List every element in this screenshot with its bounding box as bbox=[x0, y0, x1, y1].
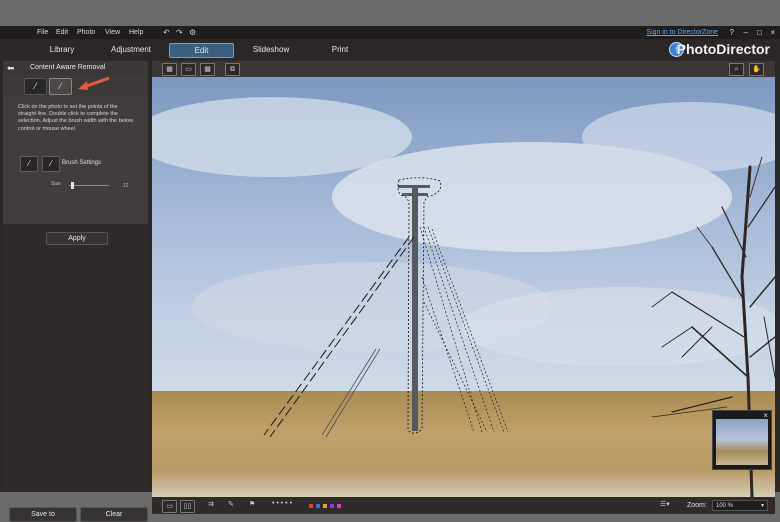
help-button[interactable]: ? bbox=[730, 28, 734, 37]
tab-print[interactable]: Print bbox=[322, 43, 358, 56]
brush-preset-icon[interactable]: ⁄ bbox=[20, 156, 38, 172]
color-label-red[interactable] bbox=[309, 504, 313, 508]
size-label: Size bbox=[51, 181, 61, 187]
photo-canvas[interactable] bbox=[152, 77, 775, 497]
size-slider-row: Size 12 bbox=[51, 181, 141, 191]
menu-file[interactable]: File bbox=[37, 29, 48, 36]
color-label-magenta[interactable] bbox=[337, 504, 341, 508]
undo-icon[interactable]: ↶ bbox=[163, 28, 170, 37]
fullscreen-icon[interactable]: ⧉ bbox=[225, 63, 240, 76]
navigator-preview[interactable] bbox=[716, 419, 768, 465]
tab-adjustment[interactable]: Adjustment bbox=[104, 43, 158, 56]
single-view-icon[interactable]: ▭ bbox=[181, 63, 196, 76]
menu-edit[interactable]: Edit bbox=[56, 29, 68, 36]
panel-body: Click on the photo to set the points of … bbox=[3, 96, 148, 224]
size-value: 12 bbox=[123, 183, 129, 189]
line-tool-button[interactable]: ⁄ bbox=[49, 78, 72, 95]
settings-icon[interactable]: ⚙ bbox=[189, 28, 196, 37]
flag-icon[interactable]: ⚑ bbox=[249, 500, 255, 510]
maximize-button[interactable]: □ bbox=[757, 28, 762, 37]
menu-help[interactable]: Help bbox=[129, 29, 143, 36]
zoom-select[interactable]: 100 % ▾ bbox=[712, 500, 768, 511]
minimize-button[interactable]: – bbox=[744, 28, 748, 37]
viewer-toolbar: ▦ ▭ ▦ ⧉ ⌕ ✋ bbox=[152, 61, 775, 77]
rotate-icon[interactable]: ⇉ bbox=[208, 500, 214, 510]
apply-button[interactable]: Apply bbox=[46, 232, 108, 245]
brush-preset-2-icon[interactable]: ⁄ bbox=[42, 156, 60, 172]
zoom-value: 100 % bbox=[716, 503, 734, 509]
panel-header: ⬅ Content Aware Removal bbox=[3, 61, 148, 75]
menu-photo[interactable]: Photo bbox=[77, 29, 95, 36]
tab-edit[interactable]: Edit bbox=[169, 43, 234, 58]
menu-bar: File Edit Photo View Help ↶ ↷ ⚙ Sign in … bbox=[0, 26, 780, 39]
split-preview-icon[interactable]: ▯▯ bbox=[180, 500, 195, 513]
panel-title: Content Aware Removal bbox=[30, 64, 106, 71]
brush-settings-label: Brush Settings bbox=[62, 160, 102, 166]
instructions-text: Click on the photo to set the points of … bbox=[18, 104, 133, 132]
size-slider[interactable] bbox=[69, 185, 109, 186]
navigator-thumbnail[interactable]: × bbox=[712, 410, 772, 470]
signin-link[interactable]: Sign in to DirectorZone bbox=[646, 29, 718, 36]
rating-dots[interactable]: • • • • • bbox=[272, 500, 292, 510]
color-label-blue[interactable] bbox=[316, 504, 320, 508]
hand-icon[interactable]: ✋ bbox=[749, 63, 764, 76]
size-slider-knob[interactable] bbox=[71, 182, 74, 189]
compare-view-icon[interactable]: ▦ bbox=[162, 63, 177, 76]
sort-icon[interactable]: ☰▾ bbox=[660, 500, 670, 510]
brand-title: PhotoDirector bbox=[676, 41, 770, 57]
zoom-icon[interactable]: ⌕ bbox=[729, 63, 744, 76]
red-arrow-annotation bbox=[78, 77, 110, 90]
color-label-yellow[interactable] bbox=[323, 504, 327, 508]
color-label-purple[interactable] bbox=[330, 504, 334, 508]
brush-settings-row: ⁄ ⁄ Brush Settings bbox=[20, 153, 140, 173]
back-arrow-icon[interactable]: ⬅ bbox=[7, 63, 15, 74]
module-tabs: Library Adjustment Edit Slideshow Print … bbox=[0, 39, 780, 59]
viewer-bottom-bar: ▭ ▯▯ ⇉ ✎ ⚑ • • • • • ☰▾ Zoom: 100 % ▾ bbox=[152, 497, 775, 514]
tab-library[interactable]: Library bbox=[40, 43, 84, 56]
brush-icon: ⁄ bbox=[34, 81, 37, 91]
tab-slideshow[interactable]: Slideshow bbox=[245, 43, 297, 56]
line-brush-icon: ⁄ bbox=[59, 81, 62, 91]
redo-icon[interactable]: ↷ bbox=[176, 28, 183, 37]
pencil-icon[interactable]: ✎ bbox=[228, 500, 234, 510]
grid-view-icon[interactable]: ▦ bbox=[200, 63, 215, 76]
app-window: File Edit Photo View Help ↶ ↷ ⚙ Sign in … bbox=[0, 26, 780, 522]
single-preview-icon[interactable]: ▭ bbox=[162, 500, 177, 513]
power-pole-scene bbox=[263, 156, 775, 497]
brush-tool-button[interactable]: ⁄ bbox=[24, 78, 47, 95]
left-panel: ⬅ Content Aware Removal ⁄ ⁄ Click on the… bbox=[3, 61, 148, 522]
zoom-label: Zoom: bbox=[687, 502, 707, 509]
close-button[interactable]: × bbox=[770, 28, 775, 37]
chevron-down-icon: ▾ bbox=[760, 503, 764, 509]
menu-view[interactable]: View bbox=[105, 29, 120, 36]
